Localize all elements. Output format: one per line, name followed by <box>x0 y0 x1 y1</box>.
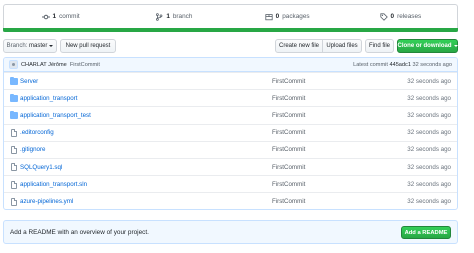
file-row: .gitignore FirstCommit 32 seconds ago <box>4 140 457 158</box>
file-icon <box>11 146 17 155</box>
clone-label: Clone or download <box>397 43 452 49</box>
commit-sha[interactable]: 445adc1 <box>389 62 410 68</box>
branches-label: branch <box>172 13 193 20</box>
language-bar[interactable] <box>3 28 458 32</box>
latest-commit-bar: CHARLAT Jérôme FirstCommit Latest commit… <box>4 58 457 72</box>
branch-prefix: Branch: <box>6 43 28 49</box>
file-name-link[interactable]: Server <box>20 78 38 85</box>
file-row: Server FirstCommit 32 seconds ago <box>4 72 457 89</box>
commits-count: 1 <box>52 13 57 20</box>
branches-count: 1 <box>166 13 170 20</box>
avatar[interactable] <box>9 60 18 69</box>
file-navigation: Branch: master New pull request Create n… <box>3 39 458 53</box>
file-name-link[interactable]: azure-pipelines.yml <box>20 198 73 205</box>
latest-commit-prefix: Latest commit <box>353 61 388 68</box>
commit-author[interactable]: CHARLAT Jérôme <box>21 62 67 68</box>
file-commit-message[interactable]: FirstCommit <box>272 78 305 85</box>
file-row: application_transport.sln FirstCommit 32… <box>4 175 457 192</box>
latest-commit-info: Latest commit 445adc1 32 seconds ago <box>353 62 452 68</box>
file-name-link[interactable]: application_transport_test <box>20 112 91 119</box>
file-icon <box>11 180 17 189</box>
add-readme-label: Add a README <box>404 229 448 236</box>
upload-files-label: Upload files <box>326 43 358 49</box>
upload-files-button[interactable]: Upload files <box>322 39 362 53</box>
file-commit-message[interactable]: FirstCommit <box>272 112 305 119</box>
add-readme-button[interactable]: Add a README <box>401 226 451 239</box>
file-commit-message[interactable]: FirstCommit <box>272 198 305 205</box>
branches-link[interactable]: 1 branch <box>117 12 230 21</box>
file-commit-message[interactable]: FirstCommit <box>272 164 305 171</box>
file-icon <box>11 129 17 138</box>
file-row: application_transport_test FirstCommit 3… <box>4 106 457 123</box>
chevron-down-icon <box>453 45 458 47</box>
file-name-link[interactable]: application_transport.sln <box>20 181 87 188</box>
commits-link[interactable]: 1 commit <box>4 13 117 21</box>
file-commit-message[interactable]: FirstCommit <box>272 181 305 188</box>
file-age: 32 seconds ago <box>407 77 451 85</box>
branch-select-button[interactable]: Branch: master <box>3 39 57 53</box>
find-file-label: Find file <box>368 43 390 49</box>
new-pr-label: New pull request <box>65 43 111 49</box>
packages-label: packages <box>282 13 310 20</box>
file-age: 32 seconds ago <box>407 197 451 205</box>
file-icon <box>11 163 17 172</box>
file-row: .editorconfig FirstCommit 32 seconds ago <box>4 123 457 141</box>
new-pull-request-button[interactable]: New pull request <box>60 39 116 53</box>
commit-time: 32 seconds ago <box>412 61 453 68</box>
readme-banner: Add a README with an overview of your pr… <box>3 220 458 244</box>
create-file-label: Create new file <box>278 43 320 49</box>
folder-icon <box>10 93 18 103</box>
file-age: 32 seconds ago <box>407 180 451 188</box>
branch-icon <box>156 12 163 21</box>
readme-prompt-text: Add a README with an overview of your pr… <box>10 228 149 236</box>
create-new-file-button[interactable]: Create new file <box>275 39 323 53</box>
file-age: 32 seconds ago <box>407 163 451 171</box>
file-name-link[interactable]: SQLQuery1.sql <box>20 164 62 171</box>
file-age: 32 seconds ago <box>407 94 451 102</box>
commit-message[interactable]: FirstCommit <box>70 62 100 68</box>
file-icon <box>11 197 17 206</box>
repo-summary: 1 commit 1 branch 0 packages 0 releases <box>3 4 458 32</box>
package-icon <box>265 13 273 20</box>
commits-label: commit <box>59 13 80 20</box>
commit-icon <box>41 14 50 19</box>
chevron-down-icon <box>49 45 54 47</box>
file-name-link[interactable]: .editorconfig <box>20 129 54 136</box>
releases-link[interactable]: 0 releases <box>344 12 457 21</box>
folder-icon <box>10 76 18 85</box>
file-age: 32 seconds ago <box>407 111 451 119</box>
file-row: SQLQuery1.sql FirstCommit 32 seconds ago <box>4 157 457 175</box>
file-commit-message[interactable]: FirstCommit <box>272 129 305 136</box>
clone-or-download-button[interactable]: Clone or download <box>397 39 458 53</box>
packages-link[interactable]: 0 packages <box>231 13 344 21</box>
file-age: 32 seconds ago <box>407 146 451 154</box>
releases-count: 0 <box>390 13 395 20</box>
file-commit-message[interactable]: FirstCommit <box>272 146 305 153</box>
packages-count: 0 <box>275 13 280 20</box>
find-file-button[interactable]: Find file <box>365 39 394 53</box>
file-row: application_transport FirstCommit 32 sec… <box>4 89 457 106</box>
tag-icon <box>379 12 388 21</box>
file-name-link[interactable]: application_transport <box>20 95 77 102</box>
file-age: 32 seconds ago <box>407 129 451 137</box>
file-list: CHARLAT Jérôme FirstCommit Latest commit… <box>3 57 458 210</box>
file-name-link[interactable]: .gitignore <box>20 146 45 153</box>
file-commit-message[interactable]: FirstCommit <box>272 95 305 102</box>
releases-label: releases <box>397 13 422 20</box>
folder-icon <box>10 110 18 120</box>
branch-value: master <box>29 43 48 49</box>
file-row: azure-pipelines.yml FirstCommit 32 secon… <box>4 192 457 209</box>
